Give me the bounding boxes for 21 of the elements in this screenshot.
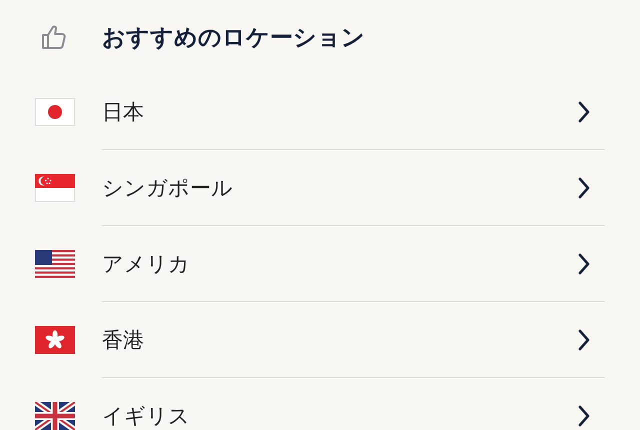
japan-flag-icon bbox=[35, 98, 75, 126]
location-name: 日本 bbox=[102, 98, 144, 126]
chevron-right-icon bbox=[577, 252, 591, 274]
location-name: 香港 bbox=[102, 326, 144, 354]
location-row[interactable]: アメリカ bbox=[0, 226, 640, 302]
location-name: イギリス bbox=[102, 402, 190, 430]
chevron-right-icon bbox=[577, 328, 591, 350]
hong-kong-flag-icon bbox=[35, 326, 75, 354]
location-name: シンガポール bbox=[102, 174, 233, 202]
location-row[interactable]: シンガポール bbox=[0, 150, 640, 226]
location-row[interactable]: 日本 bbox=[0, 74, 640, 150]
chevron-right-icon bbox=[577, 100, 591, 122]
location-name: アメリカ bbox=[102, 250, 190, 278]
chevron-right-icon bbox=[577, 176, 591, 198]
usa-flag-icon bbox=[35, 250, 75, 278]
section-title: おすすめのロケーション bbox=[102, 24, 365, 52]
singapore-flag-icon bbox=[35, 174, 75, 202]
chevron-right-icon bbox=[577, 404, 591, 426]
location-row[interactable]: 香港 bbox=[0, 302, 640, 378]
location-row[interactable]: イギリス bbox=[0, 378, 640, 430]
thumbs-up-icon bbox=[40, 23, 68, 51]
